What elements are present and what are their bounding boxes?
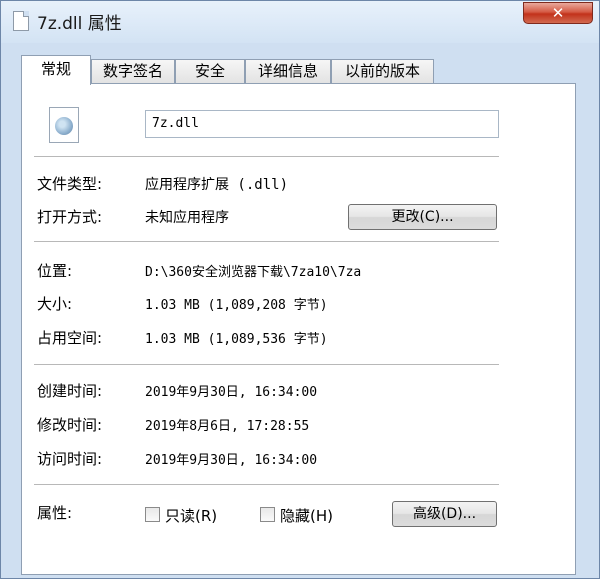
readonly-checkbox-box[interactable] — [145, 507, 160, 522]
open-with-label: 打开方式: — [37, 208, 103, 226]
tab-details[interactable]: 详细信息 — [245, 59, 331, 83]
size-on-disk-value: 1.03 MB (1,089,536 字节) — [145, 332, 328, 347]
title-bar[interactable]: 7z.dll 属性 ✕ — [1, 1, 599, 43]
divider — [34, 156, 499, 157]
file-name-field[interactable]: 7z.dll — [145, 110, 499, 138]
file-type-label: 文件类型: — [37, 175, 103, 193]
readonly-checkbox[interactable]: 只读(R) — [145, 505, 235, 525]
file-type-value: 应用程序扩展 (.dll) — [145, 177, 289, 193]
advanced-button[interactable]: 高级(D)... — [392, 501, 497, 527]
created-value: 2019年9月30日, 16:34:00 — [145, 385, 318, 400]
modified-value: 2019年8月6日, 17:28:55 — [145, 419, 310, 434]
location-value: D:\360安全浏览器下载\7za10\7za — [145, 265, 362, 280]
tab-digital-signatures[interactable]: 数字签名 — [91, 59, 175, 83]
created-label: 创建时间: — [37, 382, 103, 400]
general-panel: 7z.dll 文件类型: 应用程序扩展 (.dll) 打开方式: 未知应用程序 … — [21, 83, 576, 575]
size-label: 大小: — [37, 295, 73, 313]
properties-window: 7z.dll 属性 ✕ 常规 数字签名 安全 详细信息 以前的版本 7z.dll… — [0, 0, 600, 579]
hidden-checkbox-label[interactable]: 隐藏(H) — [280, 505, 333, 526]
tab-general[interactable]: 常规 — [21, 55, 91, 85]
accessed-value: 2019年9月30日, 16:34:00 — [145, 453, 318, 468]
window-title: 7z.dll 属性 — [37, 14, 122, 34]
divider — [34, 364, 499, 365]
size-value: 1.03 MB (1,089,208 字节) — [145, 298, 328, 313]
readonly-checkbox-label[interactable]: 只读(R) — [165, 505, 217, 526]
hidden-checkbox-box[interactable] — [260, 507, 275, 522]
attributes-label: 属性: — [37, 504, 73, 522]
open-with-value: 未知应用程序 — [145, 210, 229, 226]
hidden-checkbox[interactable]: 隐藏(H) — [260, 505, 350, 525]
tab-security[interactable]: 安全 — [175, 59, 245, 83]
tab-previous-versions[interactable]: 以前的版本 — [331, 59, 434, 83]
change-button[interactable]: 更改(C)... — [348, 204, 497, 230]
close-button[interactable]: ✕ — [523, 2, 593, 24]
location-label: 位置: — [37, 262, 73, 280]
modified-label: 修改时间: — [37, 416, 103, 434]
size-on-disk-label: 占用空间: — [37, 329, 103, 347]
accessed-label: 访问时间: — [37, 450, 103, 468]
divider — [34, 484, 499, 485]
file-icon — [13, 11, 29, 31]
divider — [34, 241, 499, 242]
dll-file-icon — [49, 107, 79, 143]
